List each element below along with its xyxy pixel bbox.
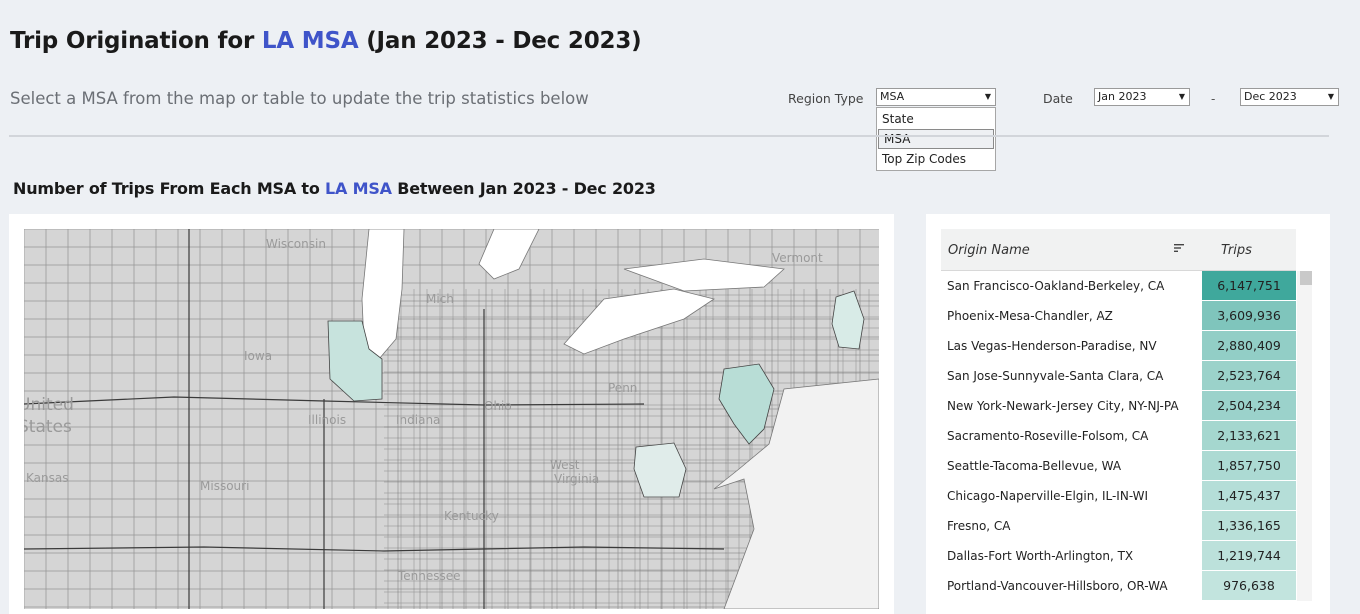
map-label-indiana: Indiana — [396, 413, 441, 427]
origin-name-cell: Seattle-Tacoma-Bellevue, WA — [947, 459, 1122, 473]
date-end-value: Dec 2023 — [1244, 90, 1297, 103]
title-region: LA MSA — [261, 28, 359, 54]
map-label-vermont: Vermont — [772, 251, 823, 265]
region-option-state[interactable]: State — [877, 109, 995, 129]
trips-cell: 6,147,751 — [1202, 271, 1296, 300]
section-title-prefix: Number of Trips From Each MSA to — [13, 179, 326, 198]
region-option-msa[interactable]: MSA — [878, 129, 994, 149]
trips-cell: 3,609,936 — [1202, 301, 1296, 330]
origin-name-cell: San Jose-Sunnyvale-Santa Clara, CA — [947, 369, 1164, 383]
map-label-illinois: Illinois — [308, 413, 347, 427]
map-label-united: United — [24, 395, 74, 415]
map-label-mich: Mich — [426, 292, 454, 306]
origin-name-cell: San Francisco-Oakland-Berkeley, CA — [947, 279, 1165, 293]
table-row[interactable]: Phoenix-Mesa-Chandler, AZ 3,609,936 — [941, 301, 1296, 331]
trips-cell: 2,523,764 — [1202, 361, 1296, 390]
map-label-tennessee: Tennessee — [398, 569, 461, 583]
table-row[interactable]: Chicago-Naperville-Elgin, IL-IN-WI 1,475,… — [941, 481, 1296, 511]
origin-name-cell: Phoenix-Mesa-Chandler, AZ — [947, 309, 1113, 323]
date-start-select[interactable]: Jan 2023 ▼ — [1094, 88, 1190, 106]
trips-cell: 2,504,234 — [1202, 391, 1296, 420]
table-row[interactable]: Las Vegas-Henderson-Paradise, NV 2,880,40… — [941, 331, 1296, 361]
map-label-virginia: Virginia — [554, 472, 600, 486]
region-type-select[interactable]: MSA ▼ — [876, 88, 996, 106]
origin-name-cell: Sacramento-Roseville-Folsom, CA — [947, 429, 1149, 443]
map-label-wisconsin: Wisconsin — [266, 237, 326, 251]
header-divider — [9, 135, 1329, 137]
trips-cell: 2,133,621 — [1202, 421, 1296, 450]
region-type-label: Region Type — [788, 91, 864, 106]
trips-cell: 976,638 — [1202, 571, 1296, 600]
date-label: Date — [1043, 91, 1073, 106]
dropdown-arrow-icon: ▼ — [1178, 92, 1185, 101]
trips-cell: 1,219,744 — [1202, 541, 1296, 570]
region-option-top-zip-codes[interactable]: Top Zip Codes — [877, 149, 995, 169]
column-header-origin[interactable]: Origin Name — [948, 243, 1030, 258]
title-prefix: Trip Origination for — [10, 28, 262, 54]
page-title: Trip Origination for LA MSA (Jan 2023 - … — [10, 28, 642, 54]
instructions-text: Select a MSA from the map or table to up… — [10, 89, 589, 108]
trips-cell: 2,880,409 — [1202, 331, 1296, 360]
table-row[interactable]: Portland-Vancouver-Hillsboro, OR-WA 976,6… — [941, 571, 1296, 601]
table-row[interactable]: Dallas-Fort Worth-Arlington, TX 1,219,744 — [941, 541, 1296, 571]
date-separator: - — [1211, 92, 1216, 106]
map-label-missouri: Missouri — [200, 479, 250, 493]
map-label-kentucky: Kentucky — [444, 509, 499, 523]
map-label-iowa: Iowa — [244, 349, 273, 363]
map-label-states: States — [24, 417, 72, 437]
origin-name-cell: Dallas-Fort Worth-Arlington, TX — [947, 549, 1134, 563]
dropdown-arrow-icon: ▼ — [1327, 92, 1334, 101]
date-end-select[interactable]: Dec 2023 ▼ — [1240, 88, 1339, 106]
dropdown-arrow-icon: ▼ — [984, 92, 991, 101]
origin-name-cell: Chicago-Naperville-Elgin, IL-IN-WI — [947, 489, 1149, 503]
origin-name-cell: Portland-Vancouver-Hillsboro, OR-WA — [947, 579, 1168, 593]
map-canvas — [24, 229, 879, 609]
map-label-ohio: Ohio — [484, 399, 512, 413]
title-date-range: (Jan 2023 - Dec 2023) — [358, 28, 642, 54]
table-row[interactable]: San Jose-Sunnyvale-Santa Clara, CA 2,523,… — [941, 361, 1296, 391]
origin-name-cell: Las Vegas-Henderson-Paradise, NV — [947, 339, 1157, 353]
map-label-west: West — [550, 458, 580, 472]
date-start-value: Jan 2023 — [1098, 90, 1147, 103]
trips-cell: 1,336,165 — [1202, 511, 1296, 540]
column-header-trips[interactable]: Trips — [1221, 243, 1252, 258]
table-row[interactable]: Seattle-Tacoma-Bellevue, WA 1,857,750 — [941, 451, 1296, 481]
trips-cell: 1,857,750 — [1202, 451, 1296, 480]
table-row[interactable]: Fresno, CA 1,336,165 — [941, 511, 1296, 541]
sort-icon[interactable] — [1173, 242, 1185, 254]
map-label-penn: Penn — [608, 381, 638, 395]
region-type-value: MSA — [880, 90, 905, 103]
trips-cell: 1,475,437 — [1202, 481, 1296, 510]
table-row[interactable]: San Francisco-Oakland-Berkeley, CA 6,147,… — [941, 271, 1296, 301]
scrollbar-thumb[interactable] — [1300, 271, 1312, 285]
table-row[interactable]: New York-Newark-Jersey City, NY-NJ-PA 2,5… — [941, 391, 1296, 421]
region-type-dropdown: State MSA Top Zip Codes — [876, 107, 996, 171]
map-label-kansas: Kansas — [26, 471, 69, 485]
table-header: Origin Name Trips — [941, 229, 1296, 271]
table-scrollbar[interactable] — [1297, 271, 1312, 601]
section-title-region: LA MSA — [325, 179, 392, 198]
section-title: Number of Trips From Each MSA to LA MSA … — [13, 179, 656, 198]
section-title-suffix: Between Jan 2023 - Dec 2023 — [391, 179, 656, 198]
table-row[interactable]: Sacramento-Roseville-Folsom, CA 2,133,621 — [941, 421, 1296, 451]
msa-map[interactable]: Wisconsin Vermont Mich Penn United State… — [24, 229, 879, 609]
origin-name-cell: New York-Newark-Jersey City, NY-NJ-PA — [947, 399, 1179, 413]
origin-name-cell: Fresno, CA — [947, 519, 1011, 533]
